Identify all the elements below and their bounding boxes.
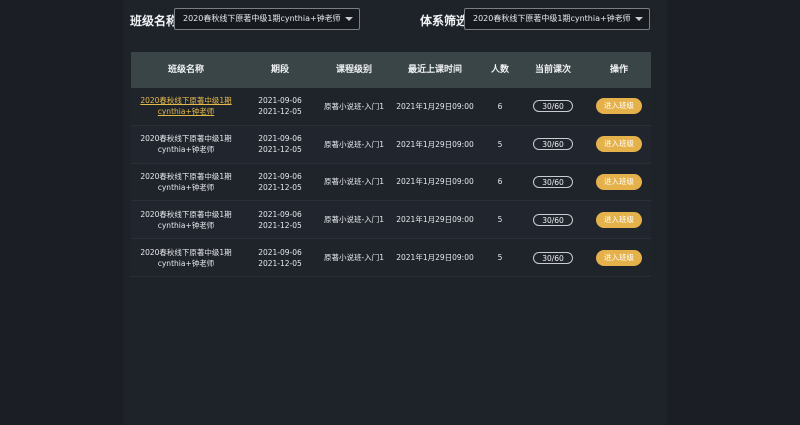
lesson-cell: 30/60 — [519, 138, 587, 151]
action-cell: 进入班级 — [587, 249, 651, 266]
enter-class-button[interactable]: 进入班级 — [596, 98, 642, 115]
term-end: 2021-12-05 — [258, 258, 302, 268]
term-end: 2021-12-05 — [258, 145, 302, 155]
term-start: 2021-09-06 — [258, 209, 302, 219]
term-start: 2021-09-06 — [258, 134, 302, 144]
header-action: 操作 — [609, 64, 628, 75]
class-name-line1: 2020春秋线下原著中级1期 — [140, 171, 232, 181]
last-time-cell: 2021年1月29日09:00 — [396, 253, 474, 263]
count-cell: 6 — [497, 101, 503, 111]
count-cell: 6 — [497, 177, 503, 187]
count-cell: 5 — [497, 139, 503, 149]
lesson-badge: 30/60 — [533, 175, 573, 188]
table-body: 2020春秋线下原著中级1期 cynthia+钟老师 2021-09-06 2021-… — [131, 88, 651, 277]
lesson-cell: 30/60 — [519, 100, 587, 113]
class-name-select[interactable]: 2020春秋线下原著中级1期cynthia+钟老师 — [174, 8, 360, 30]
last-time-cell: 2021年1月29日09:00 — [396, 177, 474, 187]
class-name-line1: 2020春秋线下原著中级1期 — [140, 209, 232, 219]
lesson-badge: 30/60 — [533, 213, 573, 226]
term-end: 2021-12-05 — [258, 182, 302, 192]
system-select-value: 2020春秋线下原著中级1期cynthia+钟老师 — [473, 14, 631, 23]
term-start: 2021-09-06 — [258, 96, 302, 106]
term-cell: 2021-09-06 2021-12-05 — [241, 95, 319, 117]
class-name-line2: cynthia+钟老师 — [157, 258, 215, 268]
header-level: 课程级别 — [335, 64, 372, 75]
term-start: 2021-09-06 — [258, 247, 302, 257]
class-name-cell: 2020春秋线下原著中级1期 cynthia+钟老师 — [131, 247, 241, 269]
last-time-cell: 2021年1月29日09:00 — [396, 101, 474, 111]
level-cell: 原著小说班-入门1 — [324, 215, 384, 225]
header-count: 人数 — [490, 64, 509, 75]
table-header: 班级名称 期段 课程级别 最近上课时间 人数 当前课次 操作 — [131, 52, 651, 88]
term-start: 2021-09-06 — [258, 171, 302, 181]
class-name-line2: cynthia+钟老师 — [157, 182, 215, 192]
term-end: 2021-12-05 — [258, 107, 302, 117]
enter-class-button[interactable]: 进入班级 — [596, 173, 642, 190]
lesson-cell: 30/60 — [519, 175, 587, 188]
class-name-cell: 2020春秋线下原著中级1期 cynthia+钟老师 — [131, 209, 241, 231]
class-name-select-value: 2020春秋线下原著中级1期cynthia+钟老师 — [183, 14, 341, 23]
term-cell: 2021-09-06 2021-12-05 — [241, 171, 319, 193]
last-time-cell: 2021年1月29日09:00 — [396, 215, 474, 225]
action-cell: 进入班级 — [587, 211, 651, 228]
level-cell: 原著小说班-入门1 — [324, 253, 384, 263]
action-cell: 进入班级 — [587, 136, 651, 153]
count-cell: 5 — [497, 253, 503, 263]
enter-class-button[interactable]: 进入班级 — [596, 136, 642, 153]
class-name-line2: cynthia+钟老师 — [157, 107, 215, 117]
class-table: 班级名称 期段 课程级别 最近上课时间 人数 当前课次 操作 2020春秋线下原… — [131, 52, 651, 277]
lesson-cell: 30/60 — [519, 251, 587, 264]
action-cell: 进入班级 — [587, 98, 651, 115]
lesson-badge: 30/60 — [533, 138, 573, 151]
term-cell: 2021-09-06 2021-12-05 — [241, 209, 319, 231]
level-cell: 原著小说班-入门1 — [324, 101, 384, 111]
system-select[interactable]: 2020春秋线下原著中级1期cynthia+钟老师 — [464, 8, 650, 30]
term-end: 2021-12-05 — [258, 220, 302, 230]
class-name-cell: 2020春秋线下原著中级1期 cynthia+钟老师 — [131, 133, 241, 155]
header-last-time: 最近上课时间 — [407, 64, 462, 75]
enter-class-button[interactable]: 进入班级 — [596, 211, 642, 228]
class-name-cell[interactable]: 2020春秋线下原著中级1期 cynthia+钟老师 — [131, 95, 241, 117]
class-filter-label: 班级名称 — [130, 14, 179, 28]
table-row: 2020春秋线下原著中级1期 cynthia+钟老师 2021-09-06 2021-… — [131, 201, 651, 240]
chevron-down-icon — [635, 17, 643, 21]
lesson-badge: 30/60 — [533, 100, 573, 113]
lesson-cell: 30/60 — [519, 213, 587, 226]
enter-class-button[interactable]: 进入班级 — [596, 249, 642, 266]
header-class-name: 班级名称 — [167, 64, 204, 75]
term-cell: 2021-09-06 2021-12-05 — [241, 247, 319, 269]
table-row: 2020春秋线下原著中级1期 cynthia+钟老师 2021-09-06 2021-… — [131, 88, 651, 126]
class-name-line2: cynthia+钟老师 — [157, 145, 215, 155]
system-filter-label: 体系筛选 — [420, 14, 469, 28]
level-cell: 原著小说班-入门1 — [324, 139, 384, 149]
class-name-line1: 2020春秋线下原著中级1期 — [140, 96, 232, 106]
lesson-badge: 30/60 — [533, 251, 573, 264]
action-cell: 进入班级 — [587, 173, 651, 190]
class-name-line2: cynthia+钟老师 — [157, 220, 215, 230]
class-name-line1: 2020春秋线下原著中级1期 — [140, 247, 232, 257]
term-cell: 2021-09-06 2021-12-05 — [241, 133, 319, 155]
class-name-line1: 2020春秋线下原著中级1期 — [140, 134, 232, 144]
count-cell: 5 — [497, 215, 503, 225]
table-row: 2020春秋线下原著中级1期 cynthia+钟老师 2021-09-06 2021-… — [131, 163, 651, 202]
chevron-down-icon — [345, 17, 353, 21]
last-time-cell: 2021年1月29日09:00 — [396, 139, 474, 149]
level-cell: 原著小说班-入门1 — [324, 177, 384, 187]
table-row: 2020春秋线下原著中级1期 cynthia+钟老师 2021-09-06 2021-… — [131, 125, 651, 164]
header-lesson: 当前课次 — [534, 64, 571, 75]
table-row: 2020春秋线下原著中级1期 cynthia+钟老师 2021-09-06 2021-… — [131, 239, 651, 277]
header-term: 期段 — [270, 64, 289, 75]
class-name-cell: 2020春秋线下原著中级1期 cynthia+钟老师 — [131, 171, 241, 193]
